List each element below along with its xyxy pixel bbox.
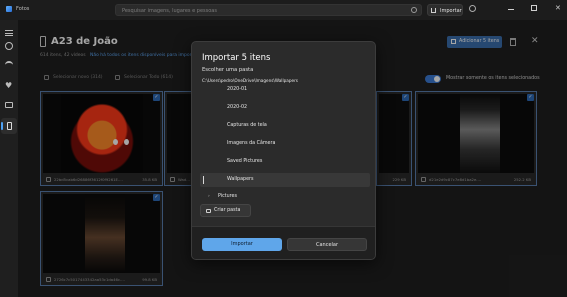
- folder-item-selected[interactable]: Wallpapers: [200, 173, 370, 187]
- new-folder-label: Criar pasta: [214, 208, 241, 213]
- folder-label: Wallpapers: [227, 177, 254, 182]
- search-placeholder: Pesquisar imagens, lugares e pessoas: [122, 8, 217, 14]
- sidebar-active-indicator: [1, 122, 3, 130]
- folder-label: Imagens da Câmera: [227, 141, 276, 146]
- search-input[interactable]: Pesquisar imagens, lugares e pessoas: [115, 4, 422, 16]
- folder-item[interactable]: › Pictures: [200, 190, 370, 204]
- import-icon: [431, 8, 436, 13]
- folder-item[interactable]: 2020-01: [200, 83, 370, 97]
- dialog-title: Importar 5 itens: [202, 53, 271, 63]
- folder-item[interactable]: 2020-02: [200, 101, 370, 115]
- folder-label: 2020-02: [227, 105, 248, 110]
- photos-logo-icon: [6, 6, 12, 12]
- folder-label: Capturas de tela: [227, 123, 267, 128]
- folder-item[interactable]: Saved Pictures: [200, 155, 370, 169]
- folder-label: 2020-01: [227, 87, 248, 92]
- maximize-icon[interactable]: [531, 5, 537, 11]
- minimize-icon[interactable]: [508, 9, 514, 10]
- gear-icon[interactable]: [469, 5, 476, 12]
- folders-icon[interactable]: [5, 102, 13, 108]
- import-confirm-button[interactable]: Importar: [202, 238, 282, 251]
- photos-app: Fotos Pesquisar imagens, lugares e pesso…: [0, 0, 567, 297]
- onedrive-icon[interactable]: [5, 61, 13, 66]
- chevron-right-icon[interactable]: ›: [208, 194, 210, 199]
- device-phone-icon[interactable]: [7, 122, 12, 130]
- search-icon: [411, 7, 417, 13]
- cancel-button[interactable]: Cancelar: [287, 238, 367, 251]
- close-window-icon[interactable]: ✕: [555, 4, 561, 12]
- folder-item[interactable]: Capturas de tela: [200, 119, 370, 133]
- sidebar: ♥: [0, 20, 18, 297]
- import-button[interactable]: Importar: [427, 4, 463, 16]
- app-name: Fotos: [16, 6, 30, 12]
- folder-label: Saved Pictures: [227, 159, 263, 164]
- favorites-heart-icon[interactable]: ♥: [5, 82, 13, 90]
- cancel-label: Cancelar: [315, 242, 339, 248]
- dialog-footer: Importar Cancelar: [192, 226, 375, 259]
- import-confirm-label: Importar: [231, 241, 253, 247]
- menu-icon[interactable]: [5, 30, 13, 36]
- new-folder-button[interactable]: Criar pasta: [200, 204, 251, 217]
- folder-icon: [206, 209, 211, 213]
- dialog-subtitle: Escolher uma pasta: [202, 67, 254, 73]
- gallery-icon[interactable]: [5, 42, 13, 50]
- title-bar: Fotos Pesquisar imagens, lugares e pesso…: [0, 0, 567, 20]
- import-dialog: Importar 5 itens Escolher uma pasta C:\U…: [191, 41, 376, 260]
- import-button-label: Importar: [440, 8, 462, 14]
- folder-label: Pictures: [218, 194, 237, 199]
- folder-item[interactable]: Imagens da Câmera: [200, 137, 370, 151]
